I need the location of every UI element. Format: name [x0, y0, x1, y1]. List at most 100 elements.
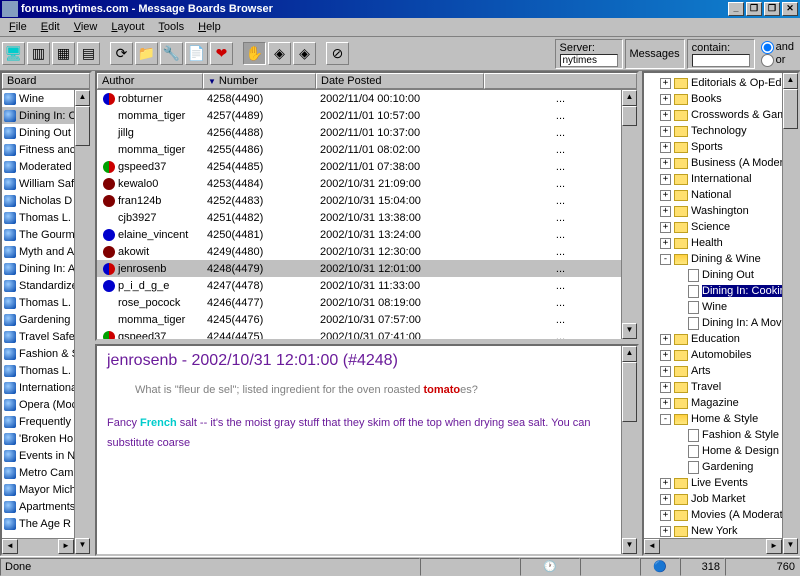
expander-icon[interactable]: +: [660, 382, 671, 393]
tree-item[interactable]: +Editorials & Op-Eds: [646, 75, 798, 91]
message-row[interactable]: jenrosenb4248(4479)2002/10/31 12:01:00..…: [97, 260, 637, 277]
tree-hscroll[interactable]: ◄►: [644, 538, 782, 554]
board-header[interactable]: Board: [2, 73, 90, 89]
message-row[interactable]: akowit4249(4480)2002/10/31 12:30:00...: [97, 243, 637, 260]
tree-item[interactable]: Dining Out: [646, 267, 798, 283]
tree-item[interactable]: +Science: [646, 219, 798, 235]
view-vscroll[interactable]: ▲▼: [621, 346, 637, 554]
menu-layout[interactable]: Layout: [104, 19, 151, 35]
msg-vscroll[interactable]: ▲▼: [621, 90, 637, 339]
tree-item[interactable]: +Job Market: [646, 491, 798, 507]
menu-file[interactable]: File: [2, 19, 34, 35]
monitor-icon[interactable]: 🖥: [2, 42, 25, 65]
tree-item[interactable]: +International: [646, 171, 798, 187]
tree-item[interactable]: +Travel: [646, 379, 798, 395]
tree-item[interactable]: +Sports: [646, 139, 798, 155]
expander-icon[interactable]: +: [660, 510, 671, 521]
tree-vscroll[interactable]: ▲▼: [782, 73, 798, 554]
copy-icon[interactable]: 📄: [185, 42, 208, 65]
tree-item[interactable]: +Automobiles: [646, 347, 798, 363]
board-vscroll[interactable]: ▲▼: [74, 90, 90, 554]
minimize-button[interactable]: _: [728, 2, 744, 16]
view2-icon[interactable]: ▦: [52, 42, 75, 65]
tree-item[interactable]: +Health: [646, 235, 798, 251]
expander-icon[interactable]: +: [660, 526, 671, 537]
expander-icon[interactable]: +: [660, 174, 671, 185]
message-row[interactable]: gspeed374254(4485)2002/11/01 07:38:00...: [97, 158, 637, 175]
expander-icon[interactable]: +: [660, 78, 671, 89]
tree-item[interactable]: -Dining & Wine: [646, 251, 798, 267]
expander-icon[interactable]: +: [660, 94, 671, 105]
tree-item[interactable]: Home & Design: [646, 443, 798, 459]
menu-view[interactable]: View: [67, 19, 105, 35]
prev-icon[interactable]: ◈: [268, 42, 291, 65]
next-icon[interactable]: ◈: [293, 42, 316, 65]
expander-icon[interactable]: +: [660, 398, 671, 409]
tree-item[interactable]: +Books: [646, 91, 798, 107]
tree-item[interactable]: +New York: [646, 523, 798, 539]
or-radio[interactable]: or: [761, 54, 794, 67]
message-row[interactable]: kewalo04253(4484)2002/10/31 21:09:00...: [97, 175, 637, 192]
hand-icon[interactable]: ✋: [243, 42, 266, 65]
tree-item[interactable]: +Arts: [646, 363, 798, 379]
stop-icon[interactable]: ⊘: [326, 42, 349, 65]
author-header[interactable]: Author: [97, 73, 203, 89]
refresh-icon[interactable]: ⟳: [110, 42, 133, 65]
expander-icon[interactable]: +: [660, 206, 671, 217]
expander-icon[interactable]: +: [660, 238, 671, 249]
spare-header[interactable]: [484, 73, 637, 89]
expander-icon[interactable]: -: [660, 254, 671, 265]
tree-item[interactable]: +Technology: [646, 123, 798, 139]
expander-icon[interactable]: +: [660, 158, 671, 169]
tree-item[interactable]: +National: [646, 187, 798, 203]
expander-icon[interactable]: +: [660, 334, 671, 345]
expander-icon[interactable]: +: [660, 478, 671, 489]
board-hscroll[interactable]: ◄►: [2, 538, 74, 554]
date-header[interactable]: Date Posted: [316, 73, 484, 89]
message-row[interactable]: cjb39274251(4482)2002/10/31 13:38:00...: [97, 209, 637, 226]
tree-item[interactable]: +Education: [646, 331, 798, 347]
tree-item[interactable]: -Home & Style: [646, 411, 798, 427]
tree-item[interactable]: +Live Events: [646, 475, 798, 491]
contain-input[interactable]: [692, 54, 750, 67]
menu-help[interactable]: Help: [191, 19, 228, 35]
message-row[interactable]: rose_pocock4246(4477)2002/10/31 08:19:00…: [97, 294, 637, 311]
expander-icon[interactable]: +: [660, 494, 671, 505]
tree-item[interactable]: Wine: [646, 299, 798, 315]
tree-item[interactable]: +Movies (A Moderated A: [646, 507, 798, 523]
open-icon[interactable]: 📁: [135, 42, 158, 65]
tree-item[interactable]: +Washington: [646, 203, 798, 219]
expander-icon[interactable]: +: [660, 190, 671, 201]
message-row[interactable]: elaine_vincent4250(4481)2002/10/31 13:24…: [97, 226, 637, 243]
view3-icon[interactable]: ▤: [77, 42, 100, 65]
tree-item[interactable]: Dining In: A Move: [646, 315, 798, 331]
view1-icon[interactable]: ▥: [27, 42, 50, 65]
number-header[interactable]: ▼Number: [203, 73, 316, 89]
tool1-icon[interactable]: 🔧: [160, 42, 183, 65]
restore-button[interactable]: ❐: [764, 2, 780, 16]
message-row[interactable]: robturner4258(4490)2002/11/04 00:10:00..…: [97, 90, 637, 107]
fav-icon[interactable]: ❤: [210, 42, 233, 65]
tree-item[interactable]: Fashion & Style: [646, 427, 798, 443]
expander-icon[interactable]: +: [660, 110, 671, 121]
message-row[interactable]: gspeed374244(4475)2002/10/31 07:41:00...: [97, 328, 637, 339]
expander-icon[interactable]: +: [660, 142, 671, 153]
message-row[interactable]: jillg4256(4488)2002/11/01 10:37:00...: [97, 124, 637, 141]
message-row[interactable]: p_i_d_g_e4247(4478)2002/10/31 11:33:00..…: [97, 277, 637, 294]
tree-item[interactable]: +Magazine: [646, 395, 798, 411]
and-radio[interactable]: and: [761, 41, 794, 54]
tree-item[interactable]: Gardening: [646, 459, 798, 475]
expander-icon[interactable]: +: [660, 366, 671, 377]
message-row[interactable]: momma_tiger4255(4486)2002/11/01 08:02:00…: [97, 141, 637, 158]
tree-item[interactable]: +Crosswords & Games: [646, 107, 798, 123]
expander-icon[interactable]: +: [660, 222, 671, 233]
expander-icon[interactable]: +: [660, 126, 671, 137]
message-row[interactable]: momma_tiger4257(4489)2002/11/01 10:57:00…: [97, 107, 637, 124]
menu-tools[interactable]: Tools: [151, 19, 191, 35]
tree-item[interactable]: +Business (A Moderate: [646, 155, 798, 171]
expander-icon[interactable]: +: [660, 350, 671, 361]
message-row[interactable]: fran124b4252(4483)2002/10/31 15:04:00...: [97, 192, 637, 209]
message-row[interactable]: momma_tiger4245(4476)2002/10/31 07:57:00…: [97, 311, 637, 328]
server-input[interactable]: [560, 54, 618, 67]
tree-item[interactable]: Dining In: Cooking: [646, 283, 798, 299]
